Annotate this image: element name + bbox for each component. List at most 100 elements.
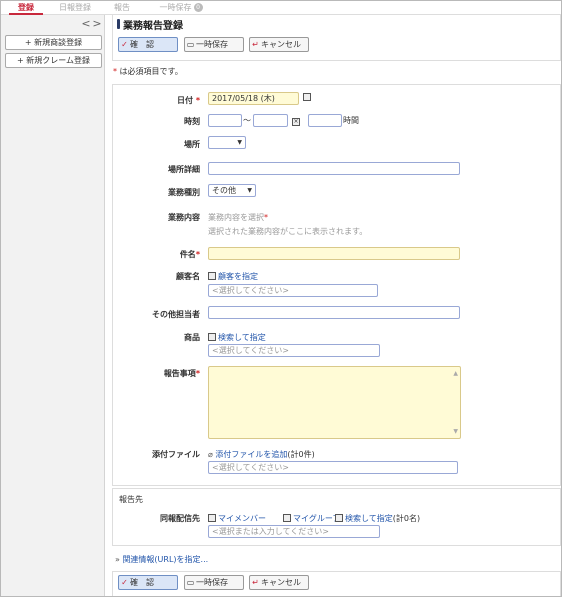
add-attachment-link[interactable]: ⌀ 添付ファイルを追加(計0件) (208, 449, 315, 460)
customer-label: 顧客名 (176, 272, 200, 281)
temp-save-count-badge: 0 (193, 3, 203, 12)
place-detail-label: 場所詳細 (168, 165, 200, 174)
cancel-label-bottom: キャンセル (261, 578, 301, 587)
date-input[interactable]: 2017/05/18 (木) (208, 92, 299, 105)
place-detail-input[interactable] (208, 162, 460, 175)
cancel-label: キャンセル (261, 40, 301, 49)
report-label: 報告事項* (120, 368, 200, 379)
main-content: 業務報告登録 ✓ 確 認 ▭ 一時保存 ↵ キャンセル * は必須項目です。 日付 *… (106, 15, 561, 596)
work-type-select[interactable]: その他 ▼ (208, 184, 256, 197)
time-label: 時刻 (184, 117, 200, 126)
specify-customer-link[interactable]: 顧客を指定 (208, 271, 258, 282)
sidebar: < > + 新規商談登録 + 新規クレーム登録 (1, 15, 105, 596)
tab-register-label: 登録 (18, 3, 34, 12)
required-star: * (113, 67, 117, 76)
confirm-button[interactable]: ✓ 確 認 (118, 37, 178, 52)
member-list-icon (208, 514, 216, 522)
my-members-link[interactable]: マイメンバー (208, 513, 266, 524)
subject-label: 件名* (120, 249, 200, 260)
temp-save-label: 一時保存 (196, 40, 228, 49)
other-staff-input[interactable] (208, 306, 460, 319)
tab-bar: 登録 日報登録 報告 一時保存 0 (1, 1, 561, 15)
calendar-icon-shape (303, 93, 311, 101)
report-textarea[interactable]: ▲ ▼ (208, 366, 461, 439)
cancel-button[interactable]: ↵ キャンセル (249, 37, 309, 52)
title-marker (117, 19, 120, 29)
attachment-label: 添付ファイル (152, 450, 200, 459)
tab-daily-report[interactable]: 日報登録 (53, 1, 97, 15)
tab-report[interactable]: 報告 (107, 1, 137, 15)
product-label: 商品 (184, 333, 200, 342)
recipient-count: (計0名) (392, 514, 421, 523)
duration-input[interactable] (308, 114, 342, 127)
related-url-link[interactable]: » 関連情報(URL)を指定... (115, 554, 208, 565)
subject-label-text: 件名 (179, 250, 196, 259)
cc-label: 同報配信先 (160, 514, 200, 523)
my-groups-link[interactable]: マイグループ (283, 513, 340, 524)
tab-temp-save-label: 一時保存 (159, 3, 192, 12)
calendar-icon[interactable] (303, 93, 313, 102)
attachment-count: (計0件) (287, 450, 315, 459)
product-search-link[interactable]: 検索して指定 (208, 332, 266, 343)
clear-time-icon[interactable]: × (292, 115, 302, 126)
product-placeholder: <選択してください> (212, 346, 289, 355)
cancel-button-bottom[interactable]: ↵ キャンセル (249, 575, 309, 590)
duration-unit: 時間 (343, 116, 359, 125)
chevron-down-icon: ▼ (237, 139, 242, 146)
page-title: 業務報告登録 (123, 21, 183, 32)
related-url-label: 関連情報(URL)を指定... (122, 555, 209, 564)
work-content-hint: 選択された業務内容がここに表示されます。 (208, 227, 368, 236)
confirm-button-bottom[interactable]: ✓ 確 認 (118, 575, 178, 590)
date-required-star: * (195, 96, 200, 105)
disk-icon: ▭ (186, 40, 195, 49)
search-icon (208, 333, 216, 341)
chevron-left-icon[interactable]: < (81, 18, 91, 30)
new-claim-button[interactable]: + 新規クレーム登録 (5, 53, 102, 68)
temp-save-button[interactable]: ▭ 一時保存 (184, 37, 244, 52)
my-members-label: マイメンバー (218, 514, 266, 523)
tab-daily-report-label: 日報登録 (59, 3, 91, 12)
tab-temp-save[interactable]: 一時保存 0 (151, 1, 211, 15)
attachment-placeholder: <選択してください> (212, 463, 289, 472)
tab-report-label: 報告 (114, 3, 130, 12)
time-end-input[interactable] (253, 114, 288, 127)
check-icon: ✓ (121, 578, 128, 587)
return-arrow-icon: ↵ (252, 40, 259, 49)
add-attachment-label: 添付ファイルを追加 (215, 450, 288, 459)
address-book-icon (208, 272, 216, 280)
new-deal-button[interactable]: + 新規商談登録 (5, 35, 102, 50)
subject-input[interactable] (208, 247, 460, 260)
recipients-placeholder: <選択または入力してください> (212, 527, 329, 536)
customer-input[interactable]: <選択してください> (208, 284, 378, 297)
report-to-section-title: 報告先 (119, 495, 143, 504)
place-select[interactable]: ▼ (208, 136, 246, 149)
attachment-input[interactable]: <選択してください> (208, 461, 458, 474)
recipients-input[interactable]: <選択または入力してください> (208, 525, 380, 538)
work-content-select-link[interactable]: 業務内容を選択* (208, 212, 268, 223)
work-content-placeholder: 業務内容を選択 (208, 213, 264, 222)
time-separator: ～ (243, 116, 251, 125)
place-label: 場所 (184, 140, 200, 149)
disk-icon: ▭ (186, 578, 195, 587)
check-icon: ✓ (121, 40, 128, 49)
tab-register[interactable]: 登録 (9, 1, 43, 15)
scroll-down-icon[interactable]: ▼ (453, 428, 458, 435)
my-groups-label: マイグループ (293, 514, 341, 523)
search-recipients-link[interactable]: 検索して指定(計0名) (335, 513, 420, 524)
required-note: * は必須項目です。 (113, 66, 183, 77)
scroll-up-icon[interactable]: ▲ (453, 370, 458, 377)
subject-required-star: * (195, 250, 200, 259)
person-search-icon (335, 514, 343, 522)
product-search-label: 検索して指定 (218, 333, 266, 342)
product-input[interactable]: <選択してください> (208, 344, 380, 357)
work-type-label: 業務種別 (168, 188, 200, 197)
clear-time-icon-shape: × (292, 118, 300, 126)
chevron-right-icon[interactable]: > (92, 18, 102, 30)
other-staff-label: その他担当者 (152, 310, 200, 319)
temp-save-button-bottom[interactable]: ▭ 一時保存 (184, 575, 244, 590)
time-start-input[interactable] (208, 114, 242, 127)
work-content-required-star: * (264, 213, 268, 222)
required-note-text: は必須項目です。 (119, 67, 183, 76)
date-label: 日付 * (120, 95, 200, 106)
work-content-label: 業務内容 (168, 213, 200, 222)
